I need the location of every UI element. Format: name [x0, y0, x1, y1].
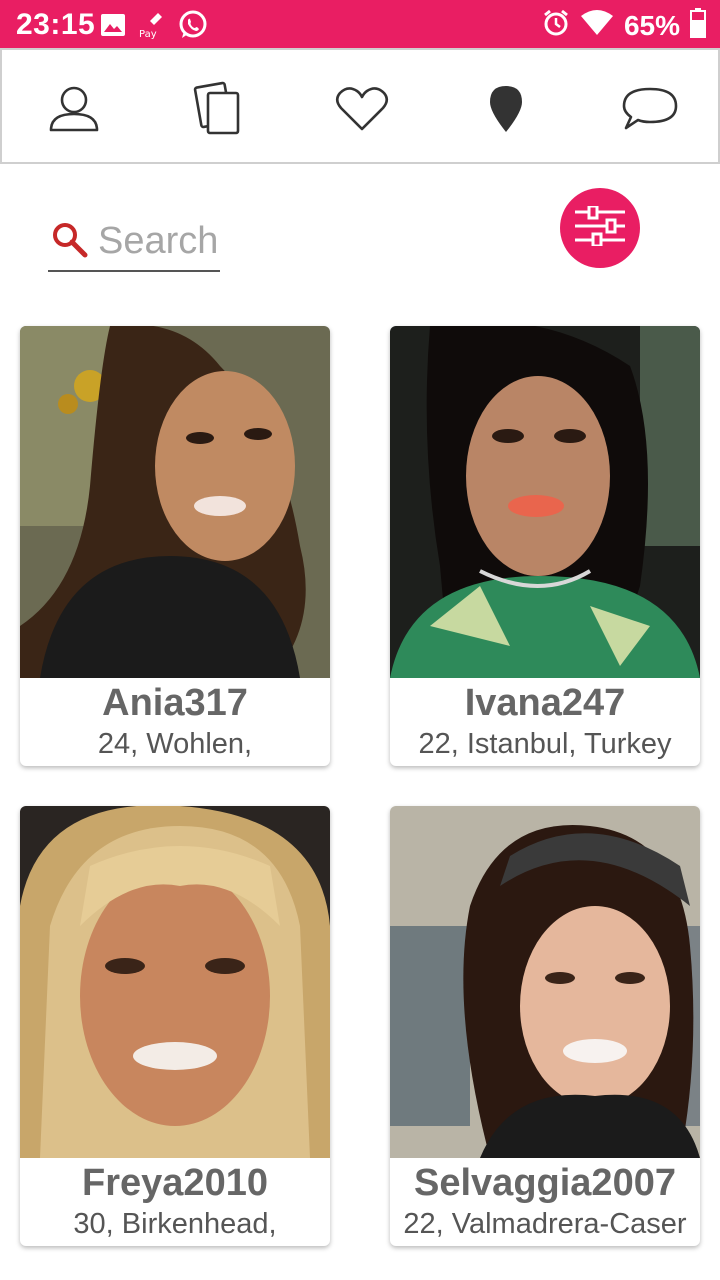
- status-right-icons: 65%: [542, 8, 706, 43]
- alarm-icon: [542, 9, 570, 42]
- nav-cards-button[interactable]: [188, 81, 248, 138]
- profile-card[interactable]: Ivana247 22, Istanbul, Turkey: [390, 326, 700, 766]
- search-input[interactable]: [96, 216, 224, 266]
- profile-photo: [390, 326, 700, 678]
- profile-icon: [48, 84, 100, 139]
- heart-icon: [335, 86, 389, 137]
- cards-icon: [190, 81, 246, 142]
- profile-card[interactable]: Selvaggia2007 22, Valmadrera-Caser: [390, 806, 700, 1246]
- profile-info: 24, Wohlen,: [97, 728, 253, 760]
- profile-info: 30, Birkenhead,: [73, 1208, 277, 1240]
- nav-nearby-button[interactable]: [476, 84, 536, 138]
- profile-photo: [20, 326, 330, 678]
- pay-icon: Pay: [136, 11, 168, 44]
- nav-likes-button[interactable]: [332, 84, 392, 138]
- image-icon: [100, 13, 126, 42]
- profile-info: 22, Valmadrera-Caser: [403, 1208, 687, 1240]
- battery-icon: [690, 8, 706, 43]
- profile-card[interactable]: Freya2010 30, Birkenhead,: [20, 806, 330, 1246]
- profile-name: Ania317: [102, 682, 248, 724]
- top-nav-bar: [0, 48, 720, 164]
- battery-percent: 65%: [623, 9, 680, 41]
- whatsapp-icon: [178, 10, 208, 45]
- chat-bubble-icon: [621, 86, 679, 137]
- nav-messages-button[interactable]: [620, 84, 680, 138]
- wifi-icon: [580, 10, 614, 41]
- status-bar: 23:15 Pay 65%: [0, 0, 720, 48]
- profile-card[interactable]: Ania317 24, Wohlen,: [20, 326, 330, 766]
- svg-text:Pay: Pay: [139, 29, 157, 39]
- profile-info: 22, Istanbul, Turkey: [418, 728, 672, 760]
- filter-button[interactable]: [560, 188, 640, 268]
- search-bar: [48, 210, 224, 272]
- profile-photo: [390, 806, 700, 1158]
- sliders-icon: [573, 204, 627, 251]
- search-icon: [52, 222, 88, 263]
- profile-name: Ivana247: [464, 682, 626, 724]
- profile-photo: [20, 806, 330, 1158]
- status-time: 23:15: [16, 8, 96, 41]
- profile-name: Freya2010: [82, 1162, 268, 1204]
- profile-name: Selvaggia2007: [414, 1162, 676, 1204]
- status-left-icons: Pay: [100, 10, 208, 45]
- nav-profile-button[interactable]: [44, 84, 104, 138]
- location-pin-icon: [486, 84, 526, 139]
